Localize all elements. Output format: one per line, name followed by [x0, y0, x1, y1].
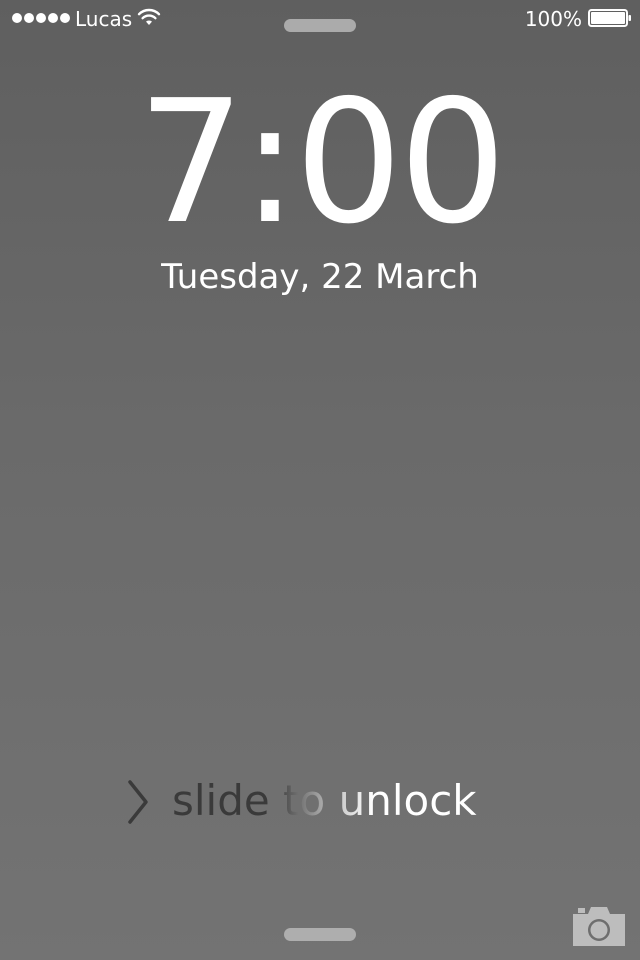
wifi-icon — [137, 8, 161, 25]
signal-dot — [48, 13, 58, 23]
signal-dot — [24, 13, 34, 23]
camera-icon[interactable] — [570, 902, 628, 948]
control-center-grabber[interactable] — [284, 928, 356, 941]
notification-center-grabber[interactable] — [284, 19, 356, 32]
signal-dot — [12, 13, 22, 23]
slide-to-unlock-slider[interactable]: slide to unlock — [120, 772, 520, 832]
status-bar: Lucas 100% — [0, 0, 640, 40]
battery-percent: 100% — [524, 7, 582, 31]
signal-dot — [60, 13, 70, 23]
lock-screen-date: Tuesday, 22 March — [161, 257, 479, 297]
carrier-name: Lucas — [75, 7, 133, 31]
signal-dots-icon — [12, 13, 70, 23]
battery-icon — [588, 9, 631, 27]
chevron-right-icon — [128, 780, 148, 824]
lock-screen-time: 7:00 — [137, 64, 507, 262]
signal-dot — [36, 13, 46, 23]
slide-to-unlock-label: slide to unlock — [172, 776, 477, 825]
